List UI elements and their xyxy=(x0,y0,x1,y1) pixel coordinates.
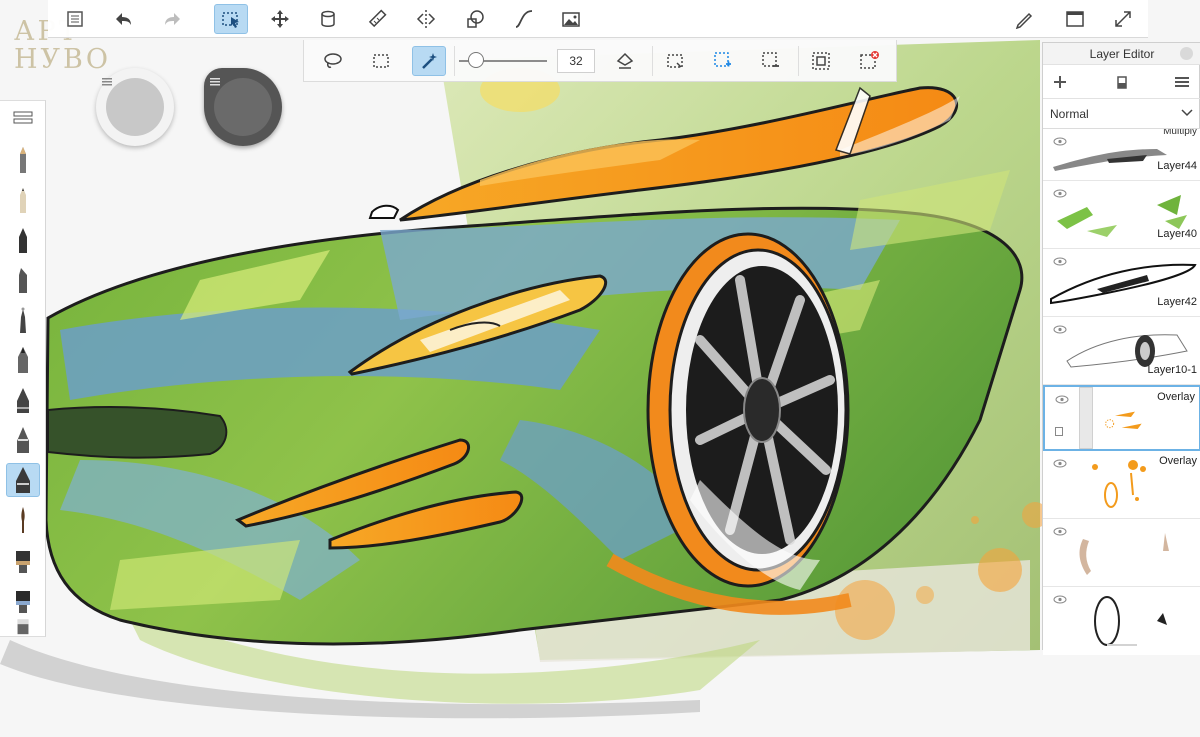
window-icon[interactable] xyxy=(1058,4,1092,34)
brush-size-value[interactable]: 32 xyxy=(557,49,595,73)
pencil-brush-icon[interactable] xyxy=(6,143,40,177)
ruler-icon[interactable] xyxy=(360,4,394,34)
image-icon[interactable] xyxy=(554,4,588,34)
brush-size-slider-knob[interactable] xyxy=(468,52,484,68)
add-layer-icon[interactable] xyxy=(1049,71,1071,93)
layer-row[interactable]: Overlay xyxy=(1043,451,1200,519)
tall-pen-brush-icon[interactable] xyxy=(6,423,40,457)
layer-name: Layer42 xyxy=(1157,296,1197,308)
palette-menu-icon[interactable] xyxy=(6,105,40,131)
layer-name: Overlay xyxy=(1157,391,1195,403)
layer-row[interactable]: Layer40 xyxy=(1043,181,1200,249)
layer-editor-title: Layer Editor xyxy=(1043,43,1200,65)
layer-row[interactable] xyxy=(1043,519,1200,587)
layer-row-selected[interactable]: Overlay xyxy=(1043,385,1200,451)
list-icon[interactable] xyxy=(58,4,92,34)
layer-thumbnail xyxy=(1079,533,1169,575)
round-brush-icon[interactable] xyxy=(6,503,40,537)
marker-brush-icon[interactable] xyxy=(6,223,40,257)
panel-resize-grip[interactable] xyxy=(1107,644,1137,646)
symmetry-icon[interactable] xyxy=(409,4,443,34)
pen-edit-icon[interactable] xyxy=(1007,4,1041,34)
rectangle-select-icon[interactable] xyxy=(364,46,398,76)
redo-icon[interactable] xyxy=(156,4,190,34)
layer-menu-icon[interactable] xyxy=(1171,71,1193,93)
selection-toolbar: 32 xyxy=(303,40,897,82)
small-airbrush-icon[interactable] xyxy=(6,303,40,337)
drawing-canvas[interactable] xyxy=(0,0,1200,737)
layer-name: Layer40 xyxy=(1157,228,1197,240)
chevron-down-icon xyxy=(1181,109,1193,117)
undo-icon[interactable] xyxy=(106,4,140,34)
layer-thumbnail xyxy=(1053,149,1167,171)
blend-mode-dropdown[interactable]: Normal xyxy=(1043,99,1200,129)
layer-row[interactable]: Layer42 xyxy=(1043,249,1200,317)
layer-row[interactable]: Multiply Layer44 xyxy=(1043,129,1200,181)
layer-properties-icon[interactable] xyxy=(1111,71,1133,93)
flat-brush-icon[interactable] xyxy=(6,543,40,577)
move-transform-icon[interactable] xyxy=(263,4,297,34)
clear-select-icon[interactable] xyxy=(852,46,886,76)
layer-row[interactable]: Layer10-1 xyxy=(1043,317,1200,385)
close-icon[interactable] xyxy=(1180,47,1193,60)
selection-icon[interactable] xyxy=(214,4,248,34)
layer-actions-bar xyxy=(1043,65,1200,99)
layer-name: Layer10-1 xyxy=(1147,364,1197,376)
blender-brush-icon[interactable] xyxy=(6,583,40,617)
bucket-fill-icon[interactable] xyxy=(311,4,345,34)
primary-puck-menu-icon[interactable] xyxy=(102,73,112,86)
fine-pencil-brush-icon[interactable] xyxy=(6,183,40,217)
invert-select-icon[interactable] xyxy=(804,46,838,76)
add-select-icon[interactable] xyxy=(706,46,740,76)
magic-wand-icon[interactable] xyxy=(412,46,446,76)
layer-name: Overlay xyxy=(1159,455,1197,467)
subtract-select-icon[interactable] xyxy=(754,46,788,76)
technical-pen-brush-icon[interactable] xyxy=(6,383,40,417)
chisel-marker-brush-icon[interactable] xyxy=(6,263,40,297)
secondary-puck-menu-icon[interactable] xyxy=(210,73,220,86)
lasso-icon[interactable] xyxy=(316,46,350,76)
wide-pen-brush-icon[interactable] xyxy=(6,463,40,497)
eye-icon[interactable] xyxy=(1055,395,1069,404)
shapes-icon[interactable] xyxy=(458,4,492,34)
feather-icon[interactable] xyxy=(608,46,642,76)
layer-editor-panel: Layer Editor Normal Multiply Layer44 Lay… xyxy=(1042,42,1200,655)
ink-pen-brush-icon[interactable] xyxy=(6,343,40,377)
layer-name: Layer44 xyxy=(1157,160,1197,172)
lock-icon[interactable] xyxy=(1055,427,1063,436)
layer-opacity-slider[interactable] xyxy=(1079,387,1093,449)
top-toolbar xyxy=(48,0,1148,38)
eraser-brush-icon[interactable] xyxy=(6,615,40,637)
curve-icon[interactable] xyxy=(507,4,541,34)
fullscreen-icon[interactable] xyxy=(1106,4,1140,34)
crop-select-icon[interactable] xyxy=(658,46,692,76)
blend-mode-value: Normal xyxy=(1050,107,1089,121)
layer-blend-label: Multiply xyxy=(1163,129,1197,137)
watermark-line-2: НУВО xyxy=(14,44,112,75)
layer-thumbnail xyxy=(1094,596,1167,646)
brush-palette xyxy=(0,100,46,637)
